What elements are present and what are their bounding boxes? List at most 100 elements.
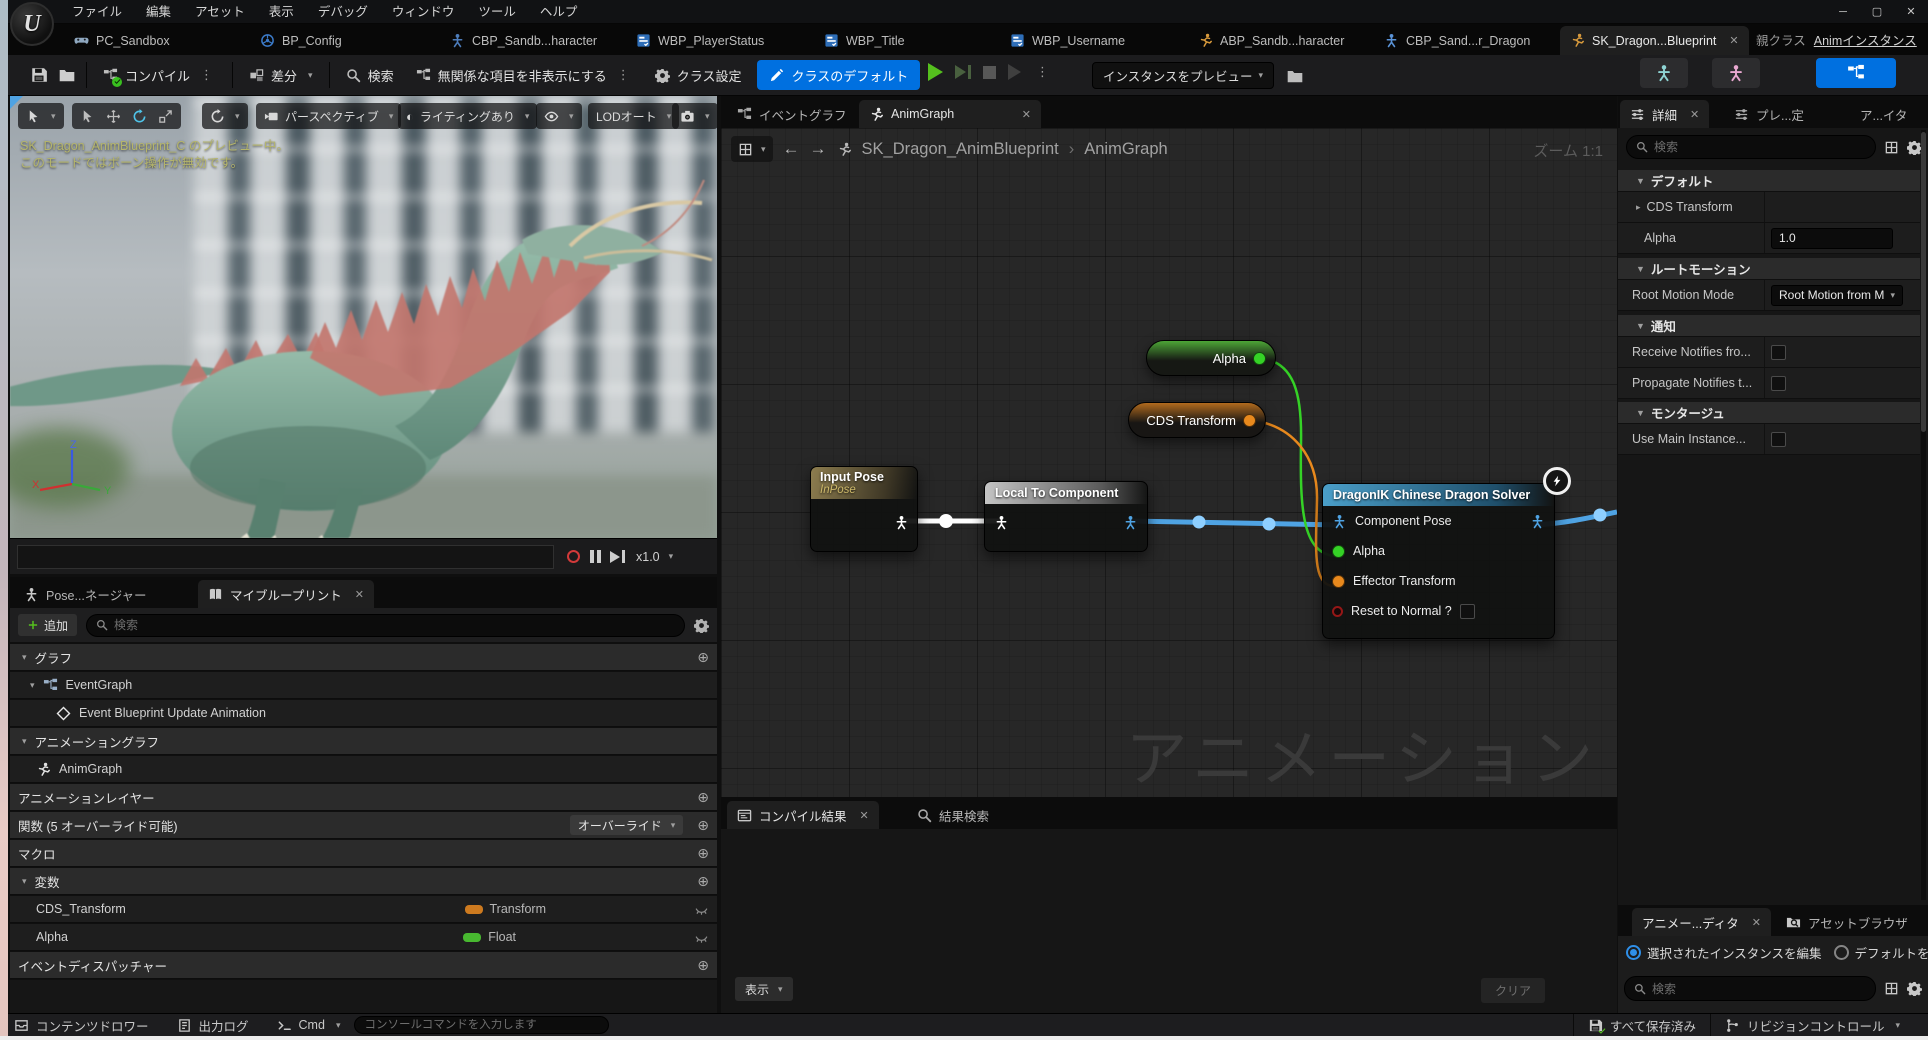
node-local-to-component[interactable]: Local To Component [984,481,1148,552]
hide-unrelated-options-icon[interactable]: ⋮ [614,67,633,83]
move-icon[interactable] [106,109,121,124]
breadcrumb-current[interactable]: AnimGraph [1084,140,1167,159]
row-var-cds-transform[interactable]: CDS_Transform Transform [10,896,717,923]
eye-closed-icon[interactable] [694,902,709,917]
tab-asset-browser[interactable]: アセットブラウザ [1776,908,1918,936]
details-search-input[interactable] [1654,140,1866,154]
node-dragonik-solver[interactable]: DragonIK Chinese Dragon Solver Component… [1322,483,1555,639]
breadcrumb-root[interactable]: SK_Dragon_AnimBlueprint [862,140,1059,159]
section-animation-graphs[interactable]: ▾アニメーショングラフ [10,728,717,755]
section-event-dispatchers[interactable]: イベントディスパッチャー⊕ [10,952,717,979]
tab-pc-sandbox[interactable]: PC_Sandbox [64,26,180,55]
hide-unrelated-button[interactable]: 無関係な項目を非表示にする⋮ [410,59,639,91]
compile-options-icon[interactable]: ⋮ [197,67,216,83]
tab-close-icon[interactable]: ✕ [860,809,869,822]
add-layer-icon[interactable]: ⊕ [697,789,709,806]
node-cds-transform-variable[interactable]: CDS Transform [1128,402,1266,438]
preview-viewport[interactable]: ▾ ▾ パースペクティブ▾ ◐ライティングあり▾ ▾ LODオート▾ ▾ SK_… [10,96,717,538]
radio-edit-selected-instance[interactable] [1626,945,1641,960]
stop-button[interactable] [983,66,996,79]
section-animation-layers[interactable]: アニメーションレイヤー⊕ [10,784,717,811]
details-search[interactable] [1626,135,1876,159]
row-animgraph[interactable]: AnimGraph [10,756,717,783]
radio-edit-defaults[interactable] [1834,945,1849,960]
pin-component-pose-input[interactable] [1332,514,1347,529]
tab-pose-manager[interactable]: Pose...ネージャー [14,580,157,608]
perspective-dropdown[interactable]: パースペクティブ▾ [256,103,401,129]
view-options-grid-icon[interactable] [1884,981,1899,996]
pin-transform-output[interactable] [1243,414,1256,427]
preview-instance-dropdown[interactable]: インスタンスをプレビュー▾ [1092,62,1274,89]
nav-forward-icon[interactable]: → [810,139,827,159]
record-button[interactable] [562,546,584,568]
pause-button[interactable] [584,546,606,568]
nav-back-icon[interactable]: ← [783,139,800,159]
tab-close-icon[interactable]: ✕ [1690,108,1699,121]
tab-wbp-playerstatus[interactable]: WBP_PlayerStatus [626,26,774,55]
simulate-button[interactable] [1008,64,1021,80]
play-button[interactable] [928,63,943,81]
blueprint-mode-button[interactable] [1816,58,1896,88]
playback-speed-dropdown[interactable]: x1.0▾ [636,550,673,564]
receive-notifies-checkbox[interactable] [1771,345,1786,360]
lod-dropdown[interactable]: LODオート▾ [588,103,679,129]
tab-close-icon[interactable]: ✕ [1022,108,1031,121]
pin-alpha-input[interactable] [1332,545,1345,558]
tab-close-icon[interactable]: ✕ [1752,916,1761,929]
class-settings-button[interactable]: クラス設定 [649,59,748,91]
tab-cbp-sand-dragon[interactable]: CBP_Sand...r_Dragon [1374,26,1540,55]
frame-advance-button[interactable] [955,65,971,79]
browse-asset-icon[interactable] [58,66,76,84]
menu-help[interactable]: ヘルプ [528,0,590,24]
pin-pose-output[interactable] [894,515,909,530]
pin-bool-input[interactable] [1332,606,1343,617]
mesh-mode-button[interactable] [1712,58,1760,88]
node-alpha-variable[interactable]: Alpha [1146,340,1276,376]
tab-find-results[interactable]: 結果検索 [907,801,999,829]
row-event-update-animation[interactable]: Event Blueprint Update Animation [10,700,717,727]
output-log-button[interactable]: 出力ログ [163,1014,263,1037]
find-button[interactable]: 検索 [340,59,400,91]
timeline-box[interactable] [17,545,554,569]
eye-closed-icon[interactable] [694,930,709,945]
alpha-value-input[interactable]: 1.0 [1771,228,1893,249]
maximize-button[interactable]: ▢ [1860,0,1894,24]
snap-dropdown[interactable]: ▾ [202,103,248,129]
tab-abp-sandbox-character[interactable]: ABP_Sandb...haracter [1188,26,1354,55]
show-flags-dropdown[interactable]: ▾ [536,103,582,129]
tab-my-blueprint[interactable]: マイブループリント✕ [198,580,374,608]
myblueprint-search[interactable] [86,614,685,637]
tab-preview-settings[interactable]: プレ...定 [1724,100,1814,128]
tab-anim-preview-editor[interactable]: アニメー...ディタ✕ [1632,908,1771,936]
add-variable-icon[interactable]: ⊕ [697,873,709,890]
tab-close-icon[interactable]: ✕ [1729,34,1738,47]
section-montage[interactable]: ▼モンタージュ [1618,402,1920,424]
close-button[interactable]: ✕ [1894,0,1928,24]
add-macro-icon[interactable]: ⊕ [697,845,709,862]
propagate-notifies-checkbox[interactable] [1771,376,1786,391]
pin-pose-input[interactable] [994,515,1009,530]
pin-component-pose-output[interactable] [1530,514,1545,529]
details-scrollbar[interactable] [1921,132,1926,432]
diff-button[interactable]: 差分▾ [243,59,319,91]
animgraph-canvas[interactable]: ▾ ← → SK_Dragon_AnimBlueprint › AnimGrap… [721,128,1617,797]
tab-eventgraph[interactable]: イベントグラフ [727,100,857,128]
tab-bp-config[interactable]: BP_Config [250,26,352,55]
override-dropdown[interactable]: オーバーライド▾ [570,815,683,835]
pin-effector-input[interactable] [1332,575,1345,588]
compile-button[interactable]: コンパイル⋮ [97,59,222,91]
graph-view-options[interactable]: ▾ [731,136,773,162]
menu-window[interactable]: ウィンドウ [380,0,467,24]
details-settings-gear-icon[interactable] [1907,140,1922,155]
console-command[interactable] [354,1016,609,1034]
save-icon[interactable] [30,66,48,84]
row-var-alpha[interactable]: Alpha Float [10,924,717,951]
row-eventgraph[interactable]: ▾EventGraph [10,672,717,699]
filter-gear-icon[interactable] [694,618,709,633]
menu-asset[interactable]: アセット [183,0,257,24]
section-root-motion[interactable]: ▼ルートモーション [1618,258,1920,280]
tab-asset-editor[interactable]: ア...イタ [1850,100,1917,128]
add-function-icon[interactable]: ⊕ [697,817,709,834]
menu-edit[interactable]: 編集 [134,0,183,24]
skeleton-mode-button[interactable] [1640,58,1688,88]
